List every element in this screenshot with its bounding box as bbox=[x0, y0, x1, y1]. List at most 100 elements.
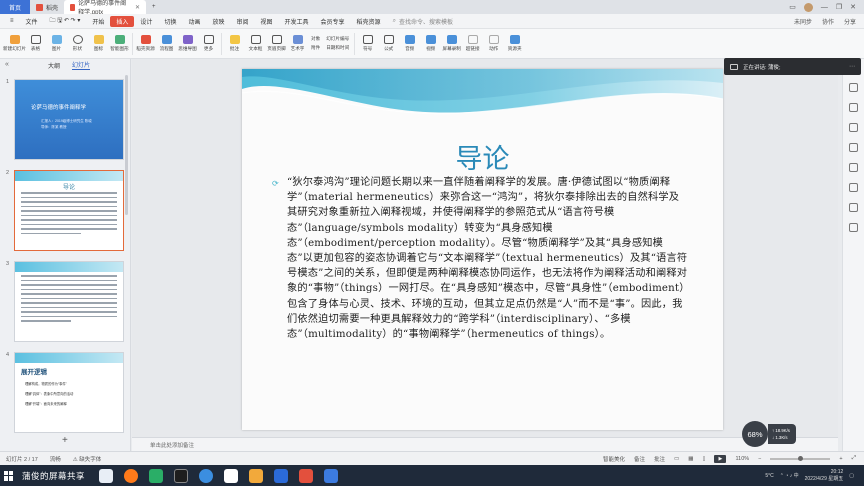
slide-body-text[interactable]: “狄尔泰鸿沟”理论问题长期以来一直伴随着阐释学的发展。唐·伊德试图以“物质阐释学… bbox=[287, 175, 689, 342]
wordart-button[interactable]: 艺术字 bbox=[287, 30, 308, 58]
format-icon[interactable] bbox=[849, 123, 858, 132]
missing-font-button[interactable]: ⚠ 缺失字体 bbox=[73, 455, 101, 463]
object-button[interactable]: 对象 bbox=[311, 36, 320, 42]
tab-outline[interactable]: 大纲 bbox=[48, 61, 60, 70]
tray-icons[interactable]: ⌃ ◔ ♪ 中 bbox=[780, 472, 799, 479]
notes-toggle[interactable]: 备注 bbox=[634, 455, 645, 463]
formula-button[interactable]: 公式 bbox=[378, 30, 399, 58]
textbox-button[interactable]: 文本框 bbox=[245, 30, 266, 58]
menu-insert[interactable]: 插入 bbox=[110, 15, 135, 27]
sorter-view-icon[interactable]: ▦ bbox=[688, 456, 693, 462]
panel-scrollbar[interactable] bbox=[125, 75, 128, 215]
attachment-button[interactable]: 附件 bbox=[311, 45, 320, 51]
slide-thumb-3[interactable]: 3 bbox=[6, 261, 124, 342]
shape-button[interactable]: 形状 bbox=[67, 30, 88, 58]
audio-button[interactable]: 音频 bbox=[399, 30, 420, 58]
comment-button[interactable]: 批注 bbox=[224, 30, 245, 58]
share-icon[interactable] bbox=[849, 223, 858, 232]
style-icon[interactable] bbox=[849, 163, 858, 172]
symbol-button[interactable]: 符号 bbox=[357, 30, 378, 58]
minimize-icon[interactable]: — bbox=[821, 4, 828, 11]
share-button[interactable]: 分享 bbox=[844, 17, 856, 26]
notification-icon[interactable]: ▢ bbox=[849, 473, 854, 479]
more-options-icon[interactable]: ⋯ bbox=[849, 63, 855, 70]
wps-icon[interactable] bbox=[299, 468, 314, 483]
docer-resource-button[interactable]: 稻壳资源 bbox=[135, 30, 156, 58]
mindmap-button[interactable]: 思维导图 bbox=[177, 30, 198, 58]
window-layout-icon[interactable]: ▭ bbox=[789, 3, 796, 11]
slide-thumb-2[interactable]: 2 导论 bbox=[6, 170, 124, 251]
action-button[interactable]: 动作 bbox=[483, 30, 504, 58]
slide-thumb-4[interactable]: 4 展开逻辑 理解构成，物质的作为“事件” 理解“具体”：表象中所意向的活动 理… bbox=[6, 352, 124, 433]
theme-name[interactable]: 流畅 bbox=[50, 455, 61, 463]
menu-transition[interactable]: 切换 bbox=[158, 16, 182, 27]
app-blue-icon[interactable] bbox=[274, 468, 289, 483]
quick-access-icons[interactable]: 🗀 🖫 ↶ ↷ ▾ bbox=[44, 16, 87, 27]
zoom-level[interactable]: 110% bbox=[735, 456, 749, 462]
task-view-icon[interactable] bbox=[99, 468, 114, 483]
slide-number-button[interactable]: 幻灯片编号 bbox=[326, 36, 349, 42]
flowchart-button[interactable]: 流程图 bbox=[156, 30, 177, 58]
zoom-in-icon[interactable]: + bbox=[839, 456, 842, 462]
menu-design[interactable]: 设计 bbox=[134, 16, 158, 27]
picture-button[interactable]: 图片 bbox=[46, 30, 67, 58]
normal-view-icon[interactable]: ▭ bbox=[674, 456, 679, 462]
zoom-out-icon[interactable]: − bbox=[758, 456, 761, 462]
smart-beautify-button[interactable]: 智能美化 bbox=[603, 455, 625, 463]
close-icon[interactable]: ✕ bbox=[135, 4, 140, 11]
animation-icon[interactable] bbox=[849, 143, 858, 152]
current-slide[interactable]: 导论 ⟳ “狄尔泰鸿沟”理论问题长期以来一直伴随着阐释学的发展。唐·伊德试图以“… bbox=[242, 69, 723, 430]
collab-button[interactable]: 协作 bbox=[822, 17, 834, 26]
wechat-icon[interactable] bbox=[149, 468, 164, 483]
tencent-meeting-icon[interactable] bbox=[324, 468, 339, 483]
header-footer-button[interactable]: 页眉页脚 bbox=[266, 30, 287, 58]
new-tab-button[interactable]: + bbox=[146, 0, 162, 14]
pen-icon[interactable] bbox=[849, 83, 858, 92]
avatar[interactable] bbox=[803, 2, 813, 12]
menu-review[interactable]: 审阅 bbox=[230, 16, 254, 27]
menu-start[interactable]: 开始 bbox=[86, 16, 110, 27]
more-button[interactable]: 更多 bbox=[198, 30, 219, 58]
slide-title[interactable]: 导论 bbox=[242, 137, 723, 176]
table-button[interactable]: 表格 bbox=[25, 30, 46, 58]
firefox-icon[interactable] bbox=[124, 468, 139, 483]
video-button[interactable]: 视频 bbox=[420, 30, 441, 58]
menu-slideshow[interactable]: 放映 bbox=[206, 16, 230, 27]
tab-document[interactable]: 论萨马德的事件阐释学.pptx ✕ bbox=[64, 0, 147, 16]
shape-select-icon[interactable] bbox=[849, 103, 858, 112]
tab-home[interactable]: 首页 bbox=[0, 0, 30, 14]
restore-icon[interactable]: ❐ bbox=[836, 3, 842, 11]
add-slide-button[interactable]: + bbox=[62, 435, 68, 446]
menu-member[interactable]: 会员专享 bbox=[315, 16, 351, 27]
chrome-icon[interactable] bbox=[199, 468, 214, 483]
date-time-button[interactable]: 日期和时间 bbox=[326, 45, 349, 51]
slide-thumb-1[interactable]: 1 论萨马德的事件阐释学 汇报人：2019级博士研究生 陈峻 导师：陈某 教授 bbox=[6, 79, 124, 160]
app-orange-icon[interactable] bbox=[249, 468, 264, 483]
menu-developer[interactable]: 开发工具 bbox=[279, 16, 315, 27]
menu-docer[interactable]: 稻壳资源 bbox=[351, 16, 387, 27]
comments-toggle[interactable]: 批注 bbox=[654, 455, 665, 463]
menu-hamburger-icon[interactable]: ≡ bbox=[4, 16, 20, 27]
reading-view-icon[interactable]: ▯ bbox=[702, 456, 705, 462]
collapse-panel-icon[interactable]: « bbox=[5, 61, 9, 68]
resource-folder-button[interactable]: 资源夹 bbox=[504, 30, 525, 58]
play-slideshow-button[interactable]: ▶ bbox=[714, 454, 727, 463]
smartart-button[interactable]: 智能图形 bbox=[109, 30, 130, 58]
app-g-icon[interactable] bbox=[174, 468, 189, 483]
close-window-icon[interactable]: ✕ bbox=[850, 3, 856, 11]
menu-animation[interactable]: 动画 bbox=[182, 16, 206, 27]
menu-file[interactable]: 文件 bbox=[20, 16, 44, 27]
command-search[interactable]: ⌕ 查找命令、搜索模板 bbox=[393, 17, 453, 26]
tab-slides[interactable]: 幻灯片 bbox=[72, 60, 91, 70]
settings-icon[interactable] bbox=[849, 183, 858, 192]
clock[interactable]: 20:12 2022/4/29 星期五 bbox=[805, 469, 844, 483]
mail-icon[interactable] bbox=[224, 468, 239, 483]
fit-window-icon[interactable]: ⤢ bbox=[852, 455, 856, 462]
help-icon[interactable] bbox=[849, 203, 858, 212]
zoom-badge[interactable]: 68% bbox=[742, 421, 768, 447]
tab-docer[interactable]: 稻壳 bbox=[30, 0, 64, 14]
hyperlink-button[interactable]: 超链接 bbox=[462, 30, 483, 58]
screen-record-button[interactable]: 屏幕录制 bbox=[441, 30, 462, 58]
menu-view[interactable]: 视图 bbox=[255, 16, 279, 27]
zoom-slider[interactable] bbox=[770, 455, 831, 461]
